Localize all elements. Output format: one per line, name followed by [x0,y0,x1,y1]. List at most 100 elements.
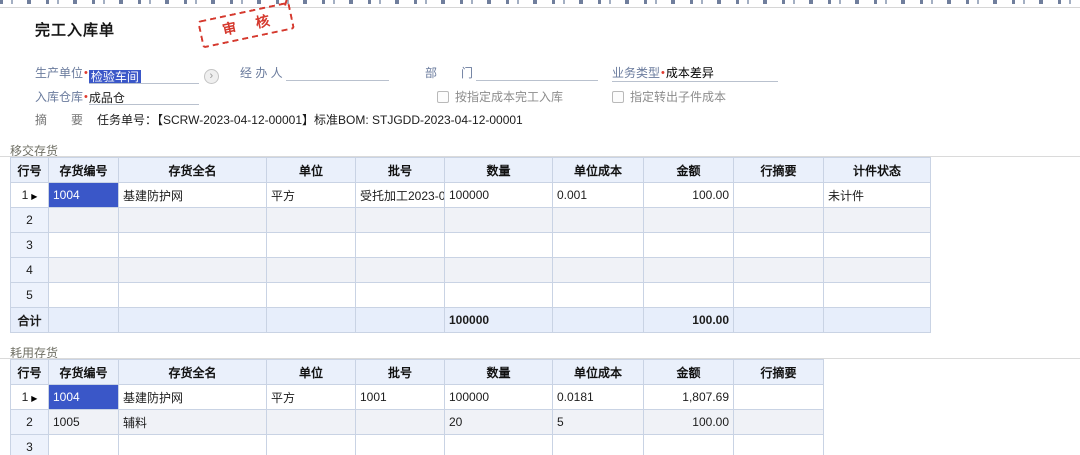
rowsummary-cell[interactable] [734,233,824,258]
unit-cell[interactable] [267,435,356,455]
col-header-piecestatus: 计件状态 [824,158,931,183]
unit-cell[interactable] [267,283,356,308]
table-row: 2 1005 辅料 20 5 100.00 [11,410,824,435]
unit-cell[interactable] [267,208,356,233]
batch-cell[interactable] [356,258,445,283]
code-cell[interactable] [49,208,119,233]
subpart-checkbox-field[interactable]: 指定转出子件成本 [612,88,726,105]
unitcost-cell[interactable]: 5 [553,410,644,435]
rowsummary-cell[interactable] [734,283,824,308]
amount-cell[interactable]: 1,807.69 [644,385,734,410]
amount-cell[interactable] [644,208,734,233]
subpart-checkbox-label: 指定转出子件成本 [630,90,726,104]
row-number-cell[interactable]: 2 [11,208,49,233]
name-cell[interactable]: 辅料 [119,410,267,435]
unitcost-cell[interactable]: 0.0181 [553,385,644,410]
qty-cell[interactable] [445,283,553,308]
piecestatus-cell[interactable] [824,233,931,258]
unitcost-cell[interactable] [553,435,644,455]
unit-cell[interactable]: 平方 [267,183,356,208]
name-cell[interactable] [119,435,267,455]
unit-cell[interactable] [267,410,356,435]
row-number-cell[interactable]: 3 [11,435,49,455]
handler-input[interactable] [286,65,389,81]
lookup-icon[interactable]: › [204,69,219,84]
rowsummary-cell[interactable] [734,258,824,283]
unitcost-cell[interactable] [553,258,644,283]
piecestatus-cell[interactable] [824,258,931,283]
col-header-amount: 金额 [644,360,734,385]
rowsummary-cell[interactable] [734,385,824,410]
unitcost-cell[interactable] [553,233,644,258]
qty-cell[interactable] [445,208,553,233]
batch-cell[interactable] [356,283,445,308]
piecestatus-cell[interactable]: 未计件 [824,183,931,208]
name-cell[interactable] [119,233,267,258]
unitcost-cell[interactable] [553,208,644,233]
code-cell[interactable] [49,435,119,455]
row-number-cell[interactable]: 5 [11,283,49,308]
amount-cell[interactable] [644,233,734,258]
name-cell[interactable] [119,283,267,308]
amount-cell[interactable] [644,258,734,283]
name-cell[interactable]: 基建防护网 [119,385,267,410]
row-number-cell[interactable]: 1▶ [11,385,49,410]
total-row: 合计 100000 100.00 [11,308,931,333]
checkbox-unchecked-icon[interactable] [437,91,449,103]
department-input[interactable] [476,65,598,81]
production-unit-value: 检验车间 [89,70,141,84]
batch-cell[interactable] [356,410,445,435]
qty-cell[interactable] [445,258,553,283]
rowsummary-cell[interactable] [734,410,824,435]
code-cell[interactable] [49,233,119,258]
piecestatus-cell[interactable] [824,283,931,308]
amount-cell[interactable]: 100.00 [644,410,734,435]
row-number-cell[interactable]: 1▶ [11,183,49,208]
qty-cell[interactable]: 100000 [445,183,553,208]
qty-cell[interactable]: 20 [445,410,553,435]
unit-cell[interactable] [267,258,356,283]
piecestatus-cell[interactable] [824,208,931,233]
batch-cell[interactable] [356,233,445,258]
batch-cell[interactable]: 受托加工2023-04-1 [356,183,445,208]
summary-value[interactable]: 任务单号：【SCRW-2023-04-12-00001】标准BOM: STJGD… [97,113,523,127]
unit-cell[interactable]: 平方 [267,385,356,410]
code-cell[interactable]: 1004 [49,385,119,410]
row-number-cell[interactable]: 2 [11,410,49,435]
warehouse-input[interactable]: 成品仓 [89,89,199,105]
amount-cell[interactable]: 100.00 [644,183,734,208]
rowsummary-cell[interactable] [734,435,824,455]
cost-checkbox-field[interactable]: 按指定成本完工入库 [437,88,563,105]
amount-cell[interactable] [644,283,734,308]
code-cell[interactable] [49,283,119,308]
batch-cell[interactable] [356,208,445,233]
rowsummary-cell[interactable] [734,208,824,233]
summary-field: 摘 要任务单号：【SCRW-2023-04-12-00001】标准BOM: ST… [35,111,523,128]
col-header-unit: 单位 [267,158,356,183]
unitcost-cell[interactable]: 0.001 [553,183,644,208]
department-label: 部 门 [425,66,473,80]
col-header-unitcost: 单位成本 [553,158,644,183]
name-cell[interactable] [119,208,267,233]
batch-cell[interactable]: 1001 [356,385,445,410]
name-cell[interactable] [119,258,267,283]
qty-cell[interactable] [445,233,553,258]
production-unit-input[interactable]: 检验车间 [89,68,199,84]
name-cell[interactable]: 基建防护网 [119,183,267,208]
business-type-field[interactable]: 业务类型成本差异 [612,64,778,82]
rowsummary-cell[interactable] [734,183,824,208]
code-cell[interactable]: 1005 [49,410,119,435]
code-cell[interactable]: 1004 [49,183,119,208]
qty-cell[interactable]: 100000 [445,385,553,410]
code-cell[interactable] [49,258,119,283]
transfer-header-row: 行号 存货编号 存货全名 单位 批号 数量 单位成本 金额 行摘要 计件状态 [11,158,931,183]
department-field: 部 门 [425,64,598,81]
qty-cell[interactable] [445,435,553,455]
batch-cell[interactable] [356,435,445,455]
row-number-cell[interactable]: 4 [11,258,49,283]
unit-cell[interactable] [267,233,356,258]
checkbox-unchecked-icon[interactable] [612,91,624,103]
amount-cell[interactable] [644,435,734,455]
unitcost-cell[interactable] [553,283,644,308]
row-number-cell[interactable]: 3 [11,233,49,258]
